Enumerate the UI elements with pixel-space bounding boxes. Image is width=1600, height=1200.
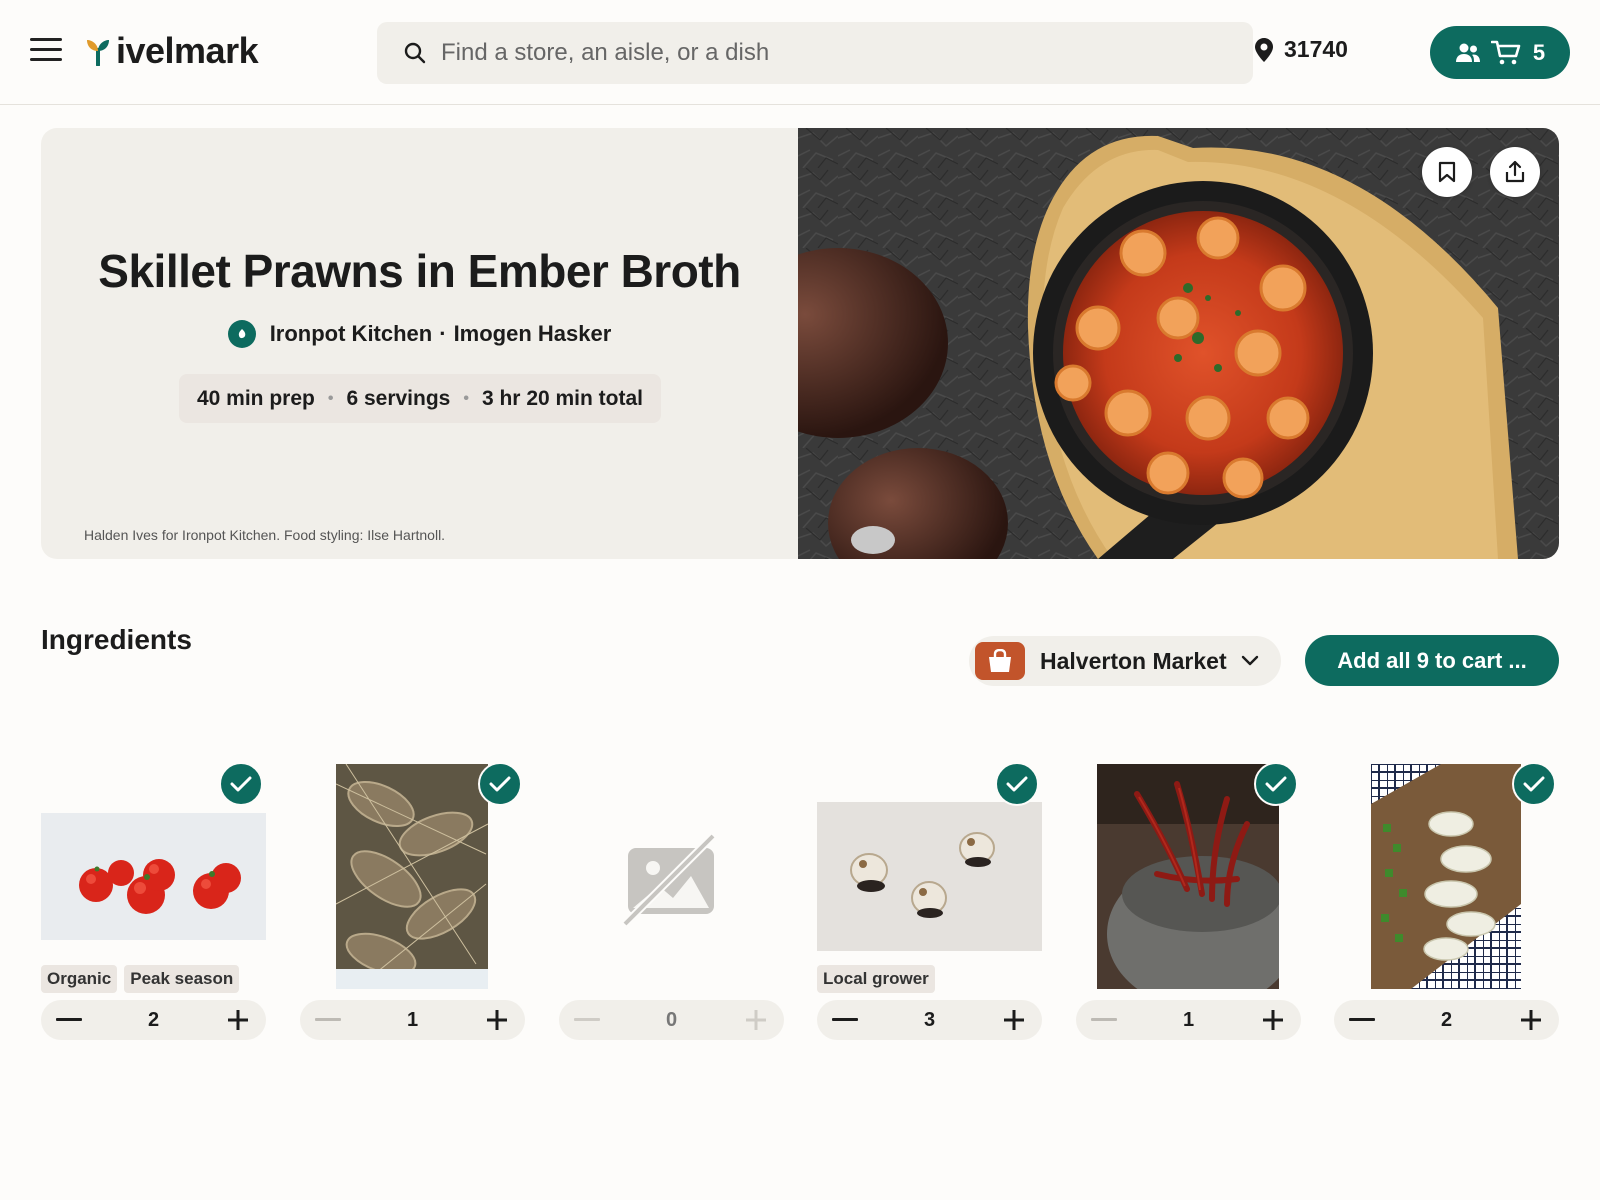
- quantity-value: 3: [923, 1009, 936, 1031]
- check-icon[interactable]: [995, 762, 1039, 806]
- minus-icon[interactable]: [1334, 1000, 1390, 1040]
- meta-dot: •: [327, 389, 334, 407]
- share-icon: [1505, 160, 1525, 183]
- ingredient-card-dried-chiles: 1: [1076, 760, 1301, 1045]
- search-input[interactable]: [441, 39, 1221, 67]
- quantity-stepper: 3: [817, 1000, 1042, 1040]
- zip-code: 31740: [1284, 36, 1348, 62]
- check-icon[interactable]: [1254, 762, 1298, 806]
- minus-icon: [1076, 1000, 1132, 1040]
- tag-badge: Organic: [41, 965, 118, 993]
- brand-logo[interactable]: ivelmark: [86, 30, 259, 72]
- ingredient-card-unavailable: 0: [559, 760, 784, 1045]
- minus-icon: [559, 1000, 615, 1040]
- meta-dot: •: [463, 389, 469, 407]
- tag-badge: Local grower: [817, 965, 935, 993]
- minus-icon: [300, 1000, 356, 1040]
- add-all-to-cart-button[interactable]: Add all 9 to cart ...: [1305, 635, 1559, 686]
- check-icon[interactable]: [1512, 762, 1556, 806]
- publisher-name[interactable]: Ironpot Kitchen: [270, 321, 433, 347]
- garlic-image[interactable]: [817, 802, 1042, 951]
- hamburger-menu-icon[interactable]: [30, 38, 62, 66]
- quantity-stepper: 1: [1076, 1000, 1301, 1040]
- servings: 6 servings: [346, 386, 451, 410]
- store-name: Halverton Market: [1040, 647, 1227, 674]
- recipe-byline: Ironpot Kitchen · Imogen Hasker: [41, 320, 798, 348]
- tomatoes-image[interactable]: [41, 813, 266, 940]
- recipe-meta: 40 min prep • 6 servings • 3 hr 20 min t…: [179, 374, 661, 423]
- top-bar: ivelmark 31740 5: [0, 0, 1600, 105]
- minus-icon[interactable]: [817, 1000, 873, 1040]
- quantity-value: 2: [1440, 1009, 1453, 1031]
- search-icon: [404, 42, 426, 64]
- recipe-info-panel: Skillet Prawns in Ember Broth Ironpot Ki…: [41, 128, 798, 559]
- photo-credit: Halden Ives for Ironpot Kitchen. Food st…: [84, 527, 446, 543]
- quantity-value: 1: [406, 1009, 419, 1031]
- save-recipe-button[interactable]: [1422, 147, 1472, 197]
- plus-icon[interactable]: [469, 1000, 525, 1040]
- search-bar[interactable]: [377, 22, 1253, 84]
- byline-separator: ·: [439, 321, 447, 346]
- shopping-bag-icon: [975, 642, 1025, 680]
- minus-icon[interactable]: [41, 1000, 97, 1040]
- cart-icon: [1490, 40, 1521, 64]
- chevron-down-icon: [1241, 655, 1258, 666]
- quantity-value: 2: [147, 1009, 160, 1031]
- tag-list: Organic Peak season: [41, 965, 246, 993]
- quantity-stepper: 0: [559, 1000, 784, 1040]
- share-button[interactable]: [1490, 147, 1540, 197]
- quantity-value: 1: [1182, 1009, 1195, 1031]
- ingredient-card-garlic: Local grower 3: [817, 760, 1042, 1045]
- ingredient-card-prawns: 1: [300, 760, 525, 1045]
- dried-chiles-image[interactable]: [1097, 764, 1279, 989]
- plus-icon[interactable]: [986, 1000, 1042, 1040]
- plus-icon[interactable]: [1245, 1000, 1301, 1040]
- prawns-image[interactable]: [336, 764, 488, 989]
- ingredient-card-sliced-onion: 2: [1334, 760, 1559, 1045]
- recipe-hero: Skillet Prawns in Ember Broth Ironpot Ki…: [41, 128, 1559, 559]
- quantity-stepper: 1: [300, 1000, 525, 1040]
- author-name[interactable]: Imogen Hasker: [454, 321, 612, 347]
- quantity-stepper: 2: [41, 1000, 266, 1040]
- zip-code-selector[interactable]: 31740: [1254, 36, 1348, 63]
- quantity-value: 0: [665, 1009, 678, 1031]
- sliced-onion-image[interactable]: [1371, 764, 1521, 989]
- check-icon[interactable]: [219, 762, 263, 806]
- tag-list: Local grower: [817, 965, 942, 993]
- check-icon[interactable]: [478, 762, 522, 806]
- prep-time: 40 min prep: [196, 386, 315, 410]
- ingredient-card-tomatoes: Organic Peak season 2: [41, 760, 266, 1045]
- quantity-stepper: 2: [1334, 1000, 1559, 1040]
- store-selector[interactable]: Halverton Market: [969, 636, 1281, 686]
- tag-badge: Peak season: [124, 965, 240, 993]
- image-unavailable-icon: [621, 828, 721, 928]
- publisher-badge-icon: [227, 320, 256, 348]
- plus-icon: [728, 1000, 784, 1040]
- bookmark-icon: [1438, 161, 1456, 183]
- plus-icon[interactable]: [1503, 1000, 1559, 1040]
- people-icon: [1455, 43, 1480, 62]
- brand-name: ivelmark: [116, 30, 259, 71]
- cart-button[interactable]: 5: [1430, 26, 1570, 79]
- total-time: 3 hr 20 min total: [481, 386, 644, 410]
- cart-count: 5: [1532, 39, 1546, 65]
- ingredients-heading: Ingredients: [41, 624, 192, 655]
- location-pin-icon: [1255, 37, 1273, 62]
- plus-icon[interactable]: [210, 1000, 266, 1040]
- sprout-icon: [87, 40, 109, 66]
- recipe-title: Skillet Prawns in Ember Broth: [98, 245, 741, 297]
